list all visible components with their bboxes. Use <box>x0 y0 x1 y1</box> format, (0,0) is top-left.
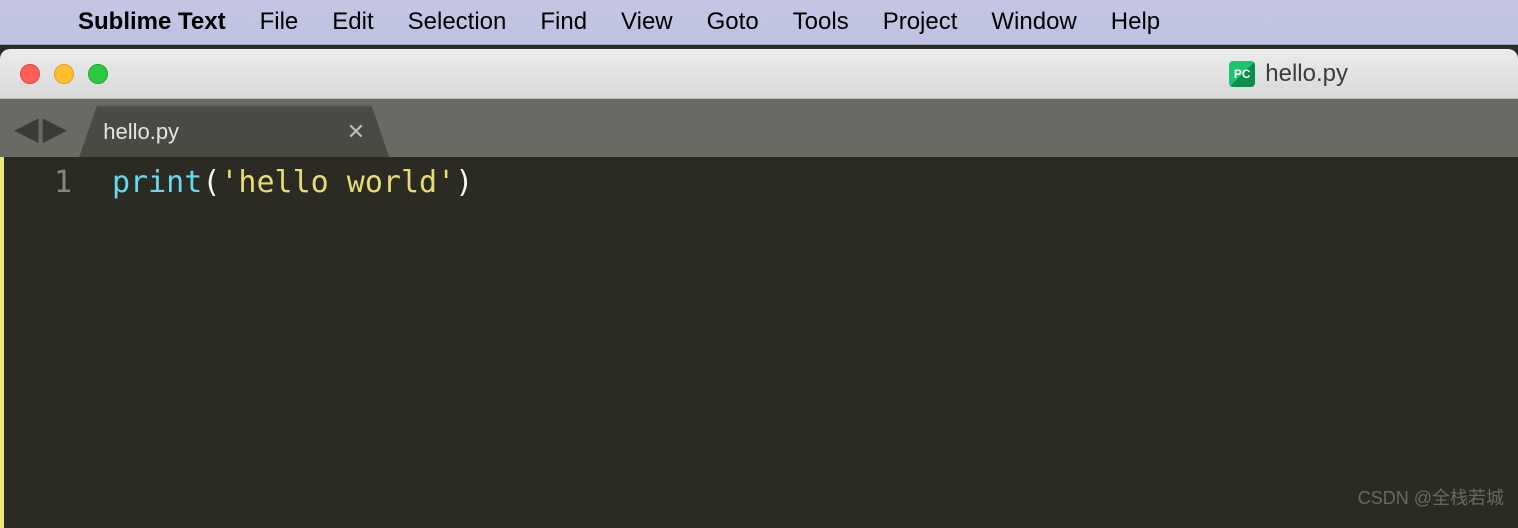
tab-nav-forward-icon[interactable]: ▶ <box>43 112 68 144</box>
window-maximize-button[interactable] <box>88 64 108 84</box>
tab-label: hello.py <box>103 119 179 145</box>
code-token-func: print <box>112 165 202 200</box>
traffic-lights <box>20 64 108 84</box>
menu-project[interactable]: Project <box>883 8 958 36</box>
code-content[interactable]: print('hello world') <box>92 157 473 528</box>
menu-file[interactable]: File <box>260 8 299 36</box>
window-title: PC hello.py <box>0 60 1518 88</box>
line-number: 1 <box>4 161 72 205</box>
tab-bar: ◀ ▶ hello.py ✕ <box>0 99 1518 157</box>
menu-tools[interactable]: Tools <box>793 8 849 36</box>
tab-close-icon[interactable]: ✕ <box>343 115 369 149</box>
menu-window[interactable]: Window <box>991 8 1076 36</box>
menu-selection[interactable]: Selection <box>408 8 507 36</box>
tab-hello-py[interactable]: hello.py ✕ <box>79 105 389 157</box>
watermark-text: CSDN @全栈若城 <box>1358 476 1504 520</box>
menu-help[interactable]: Help <box>1111 8 1160 36</box>
menu-goto[interactable]: Goto <box>707 8 759 36</box>
window-minimize-button[interactable] <box>54 64 74 84</box>
code-token-paren-open: ( <box>202 165 220 200</box>
window-close-button[interactable] <box>20 64 40 84</box>
menu-view[interactable]: View <box>621 8 673 36</box>
menu-find[interactable]: Find <box>540 8 587 36</box>
pycharm-file-icon: PC <box>1229 61 1255 87</box>
line-number-gutter: 1 <box>0 157 92 528</box>
code-token-string: 'hello world' <box>220 165 455 200</box>
menu-edit[interactable]: Edit <box>332 8 373 36</box>
tab-nav-arrows: ◀ ▶ <box>0 99 83 157</box>
tab-nav-back-icon[interactable]: ◀ <box>14 112 39 144</box>
window-titlebar: PC hello.py <box>0 49 1518 99</box>
code-editor[interactable]: 1 print('hello world') CSDN @全栈若城 <box>0 157 1518 528</box>
macos-menubar: Sublime Text File Edit Selection Find Vi… <box>0 0 1518 45</box>
window-title-filename: hello.py <box>1265 60 1348 88</box>
code-token-paren-close: ) <box>455 165 473 200</box>
menubar-app-name[interactable]: Sublime Text <box>78 8 226 36</box>
